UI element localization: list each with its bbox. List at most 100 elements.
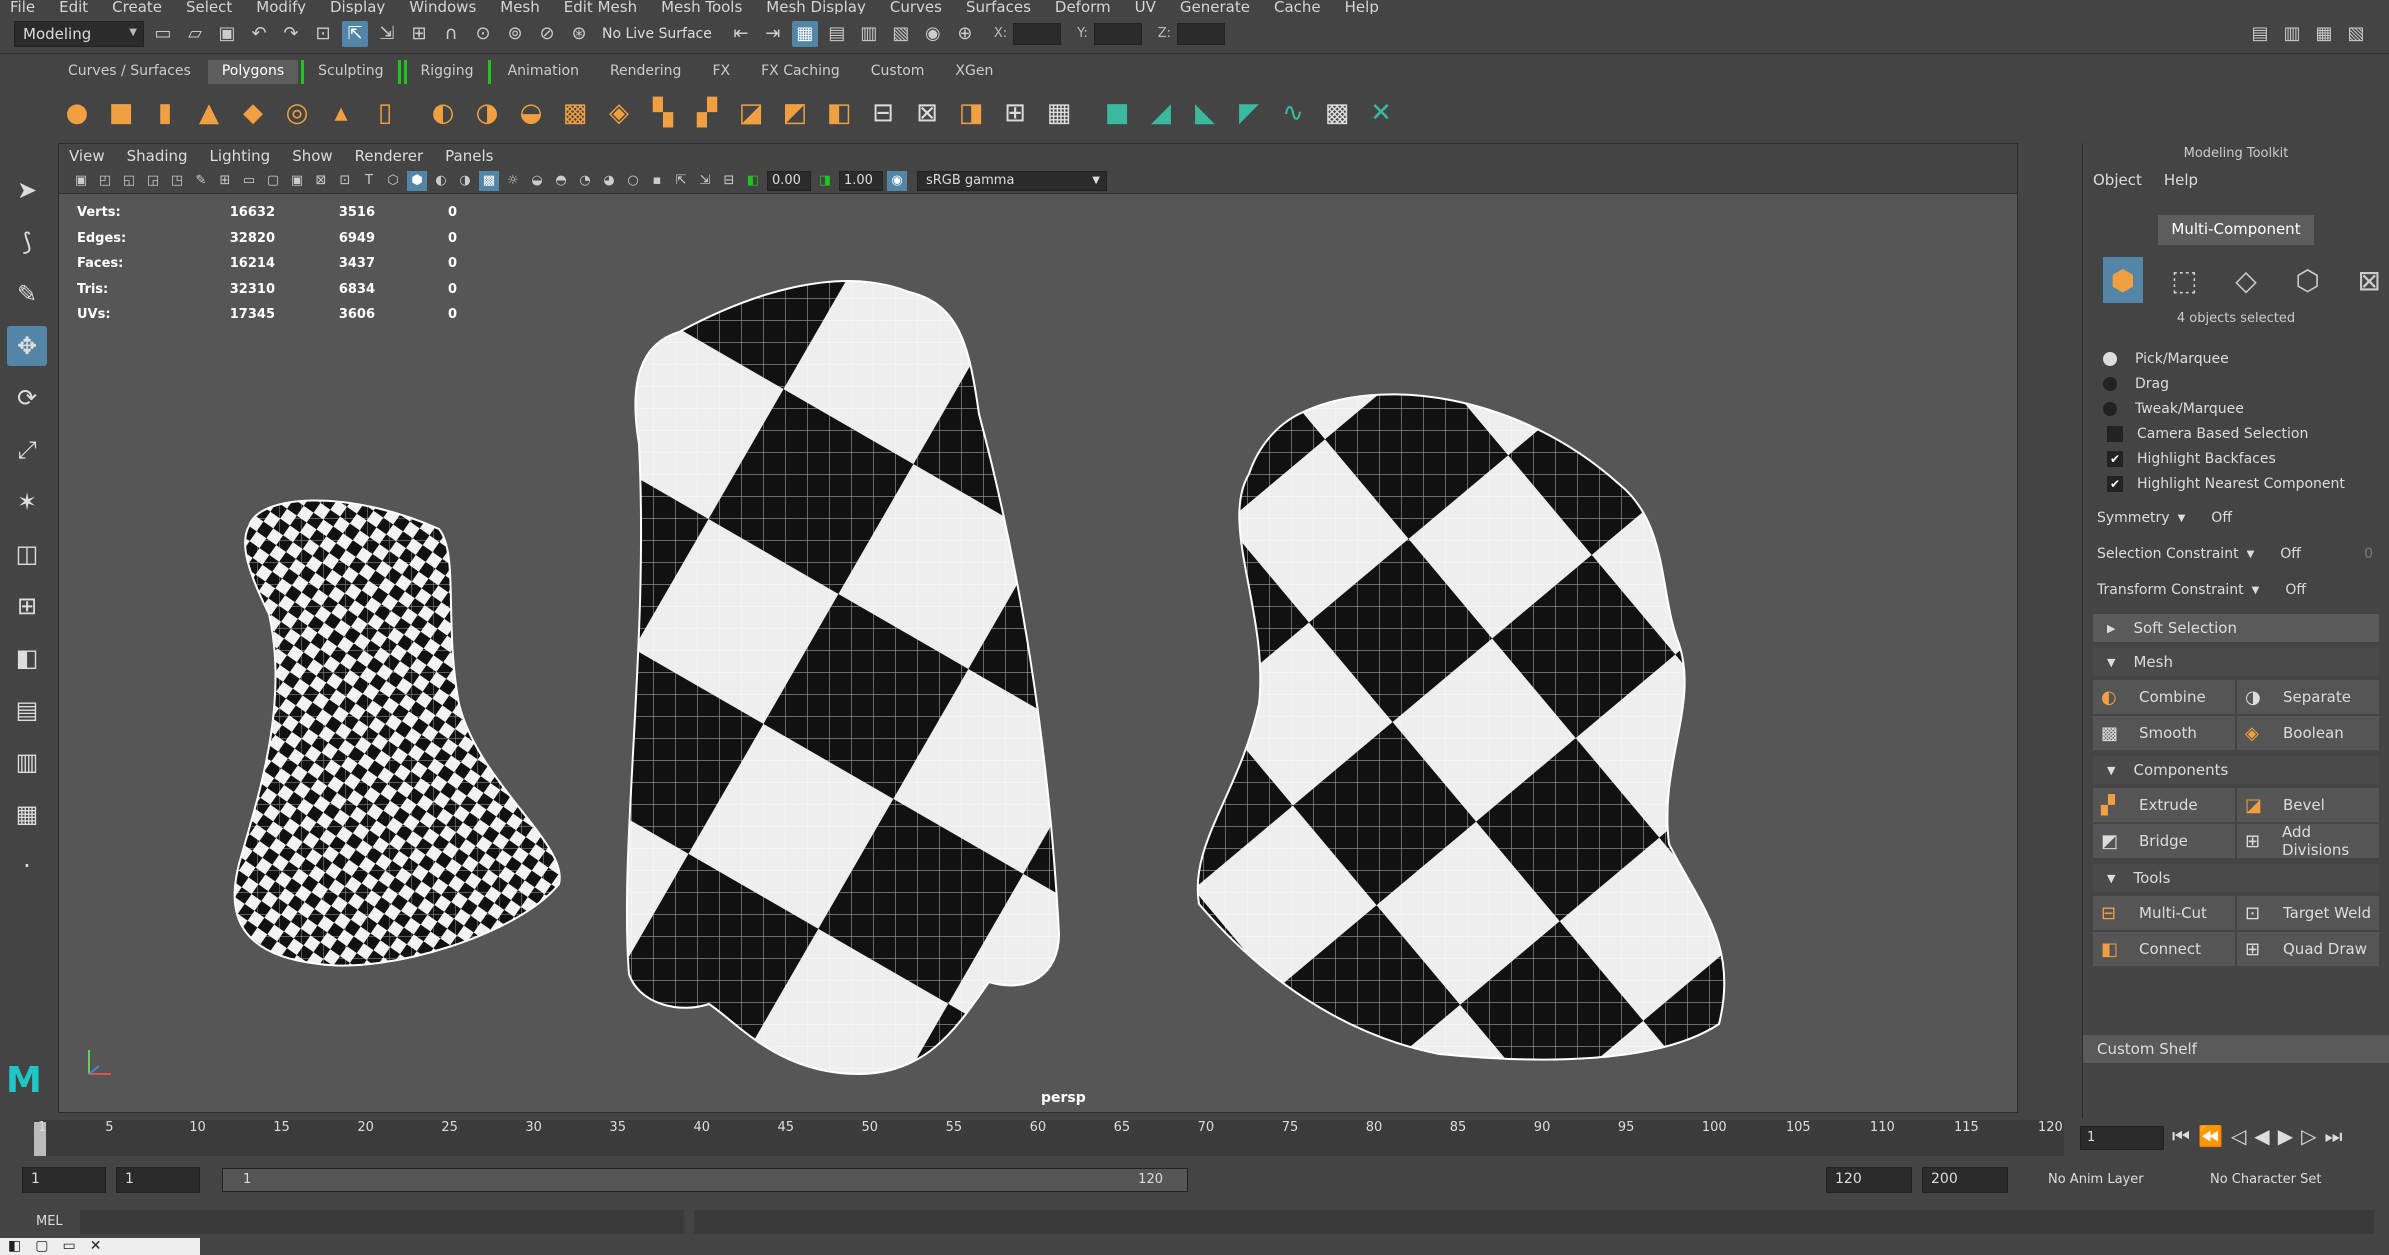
current-frame-field[interactable]: 1 (2080, 1126, 2164, 1150)
redo-icon[interactable]: ↷ (278, 21, 304, 47)
tab-curves-surfaces[interactable]: Curves / Surfaces (54, 60, 205, 84)
mirror-icon[interactable]: ▚ (644, 94, 682, 132)
uv-spherical-icon[interactable]: ◣ (1186, 94, 1224, 132)
extract-icon[interactable]: ◒ (512, 94, 550, 132)
menu-modify[interactable]: Modify (256, 0, 306, 15)
quad-draw-icon[interactable]: ⊞ (996, 94, 1034, 132)
mel-label[interactable]: MEL (36, 1214, 63, 1229)
menu-generate[interactable]: Generate (1180, 0, 1250, 15)
outliner-icon[interactable]: ▥ (2279, 21, 2305, 47)
mesh-section-header[interactable]: ▼ Mesh (2093, 648, 2379, 676)
range-slider[interactable]: 1 120 (222, 1168, 1188, 1192)
extrude-button[interactable]: ▞ Extrude (2093, 788, 2235, 822)
poly-cube-icon[interactable]: ■ (102, 94, 140, 132)
poly-torus-icon[interactable]: ◎ (278, 94, 316, 132)
paint-select-icon[interactable]: ✎ (7, 274, 47, 314)
viewport-persp[interactable]: View Shading Lighting Show Renderer Pane… (58, 143, 2018, 1113)
transform-constraint-row[interactable]: Transform Constraint ▼ Off (2083, 572, 2389, 608)
ipr-render-icon[interactable]: ▥ (856, 21, 882, 47)
boolean-icon[interactable]: ◈ (600, 94, 638, 132)
tab-fx-caching[interactable]: FX Caching (747, 60, 854, 84)
smooth-icon[interactable]: ▩ (556, 94, 594, 132)
restore-icon[interactable]: ▢ (35, 1238, 48, 1255)
custom-shelf-header[interactable]: Custom Shelf (2083, 1035, 2389, 1063)
check-highlight-backfaces[interactable]: ✔ Highlight Backfaces (2083, 446, 2389, 471)
new-scene-icon[interactable]: ▭ (150, 21, 176, 47)
select-object-icon[interactable]: ⇱ (342, 20, 368, 47)
channel-box-icon[interactable]: ▦ (2311, 21, 2337, 47)
menu-surfaces[interactable]: Surfaces (966, 0, 1031, 15)
lasso-tool-icon[interactable]: ⟆ (7, 222, 47, 262)
maximize-icon[interactable]: ▭ (62, 1238, 75, 1255)
go-to-end-icon[interactable]: ⏭ (2324, 1124, 2342, 1148)
multi-cut-icon[interactable]: ⊟ (864, 94, 902, 132)
bridge-button[interactable]: ◩ Bridge (2093, 824, 2235, 858)
insert-loop-icon[interactable]: ⊠ (908, 94, 946, 132)
radio-dot[interactable] (2103, 351, 2117, 366)
menu-help[interactable]: Help (1345, 0, 1379, 15)
uv-mode-icon[interactable]: ⊠ (2349, 257, 2389, 303)
anim-layer-select[interactable]: No Anim Layer (2048, 1172, 2144, 1187)
menu-mesh-display[interactable]: Mesh Display (766, 0, 866, 15)
radio-tweak-marquee[interactable]: Tweak/Marquee (2083, 396, 2389, 421)
scale-tool-icon[interactable]: ⤢ (7, 430, 47, 470)
uv-cylindrical-icon[interactable]: ◢ (1142, 94, 1180, 132)
menu-file[interactable]: File (10, 0, 35, 15)
radio-dot[interactable] (2103, 376, 2117, 391)
poly-pyramid-icon[interactable]: ▴ (322, 94, 360, 132)
input-icon[interactable]: ⇤ (728, 21, 754, 47)
character-set-select[interactable]: No Character Set (2210, 1172, 2321, 1187)
bevel-button[interactable]: ◪ Bevel (2237, 788, 2379, 822)
tools-section-header[interactable]: ▼ Tools (2093, 864, 2379, 892)
open-scene-icon[interactable]: ▱ (182, 21, 208, 47)
lattice-icon[interactable]: ▦ (1040, 94, 1078, 132)
extrude-icon[interactable]: ▞ (688, 94, 726, 132)
object-mode-icon[interactable]: ⬢ (2103, 257, 2143, 303)
layout-icon[interactable]: ▤ (2247, 21, 2273, 47)
bridge-icon[interactable]: ◩ (776, 94, 814, 132)
menu-edit[interactable]: Edit (59, 0, 88, 15)
components-section-header[interactable]: ▼ Components (2093, 756, 2379, 784)
boolean-button[interactable]: ◈ Boolean (2237, 716, 2379, 750)
symmetry-row[interactable]: Symmetry ▼ Off (2083, 500, 2389, 536)
radio-drag[interactable]: Drag (2083, 371, 2389, 396)
four-pane-icon[interactable]: ⊞ (7, 586, 47, 626)
toolkit-menu-help[interactable]: Help (2164, 171, 2198, 189)
go-to-start-icon[interactable]: ⏮ (2172, 1124, 2190, 1148)
mesh-large-blob[interactable] (1196, 393, 1726, 1061)
poly-pipe-icon[interactable]: ▯ (366, 94, 404, 132)
maya-window-icon[interactable]: ◧ (8, 1238, 21, 1255)
tab-custom[interactable]: Custom (856, 60, 939, 84)
select-component-icon[interactable]: ⇲ (374, 21, 400, 47)
vertex-mode-icon[interactable]: ⬚ (2165, 257, 2205, 303)
checkbox[interactable]: ✔ (2107, 450, 2123, 467)
render-frame-icon[interactable]: ▤ (824, 21, 850, 47)
menu-mesh-tools[interactable]: Mesh Tools (661, 0, 742, 15)
menu-cache[interactable]: Cache (1274, 0, 1321, 15)
time-ruler[interactable]: 1 5 10 15 20 25 30 35 40 45 50 55 60 65 70 75 80 85 90 95 10… (34, 1120, 2064, 1156)
playback-start-field[interactable]: 1 (116, 1167, 200, 1193)
poly-cylinder-icon[interactable]: ▮ (146, 94, 184, 132)
rotate-tool-icon[interactable]: ⟳ (7, 378, 47, 418)
poly-sphere-icon[interactable]: ● (58, 94, 96, 132)
anim-start-field[interactable]: 1 (22, 1167, 106, 1193)
mesh-small-vase[interactable] (233, 499, 561, 967)
target-weld-icon[interactable]: ◨ (952, 94, 990, 132)
tab-rendering[interactable]: Rendering (595, 60, 696, 84)
add-divisions-button[interactable]: ⊞ Add Divisions (2237, 823, 2379, 859)
z-field[interactable] (1177, 22, 1226, 45)
toolkit-menu-object[interactable]: Object (2093, 171, 2142, 189)
single-pane-icon[interactable]: ◫ (7, 534, 47, 574)
separate-icon[interactable]: ◑ (468, 94, 506, 132)
mesh-tall-cloth[interactable] (625, 280, 1061, 1076)
construction-history-icon[interactable]: ▦ (791, 20, 818, 47)
tab-fx[interactable]: FX (698, 60, 745, 84)
radio-dot[interactable] (2103, 401, 2117, 416)
combine-button[interactable]: ◐ Combine (2093, 680, 2235, 714)
menu-select[interactable]: Select (186, 0, 232, 15)
checker-icon[interactable]: ▩ (1318, 94, 1356, 132)
tab-xgen[interactable]: XGen (941, 60, 1008, 84)
selection-constraint-row[interactable]: Selection Constraint ▼ Off 0 (2083, 536, 2389, 572)
snap-curve-icon[interactable]: ∩ (438, 21, 464, 47)
face-mode-icon[interactable]: ⬡ (2288, 257, 2328, 303)
